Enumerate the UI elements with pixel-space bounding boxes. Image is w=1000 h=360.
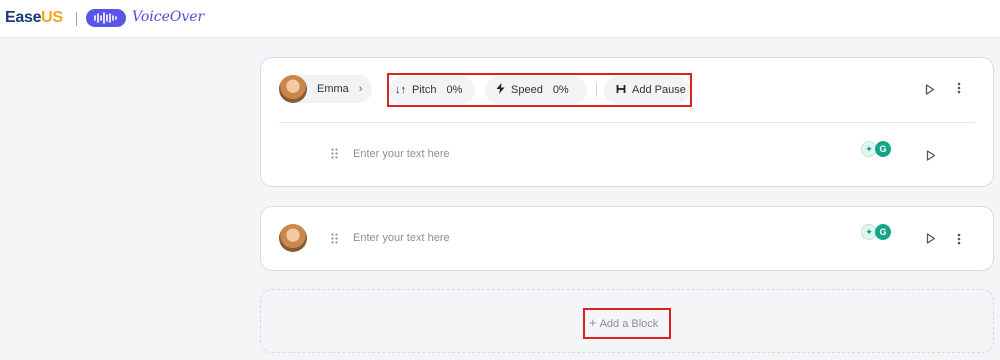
kebab-menu-icon	[957, 82, 961, 94]
play-line-button[interactable]	[926, 150, 936, 164]
easeus-logo: EaseUS	[5, 9, 63, 27]
more-options-button[interactable]	[957, 233, 961, 248]
drag-handle-icon[interactable]	[331, 233, 338, 247]
play-icon	[926, 150, 936, 161]
plus-icon: +	[589, 315, 597, 330]
grammar-icon: G	[875, 224, 891, 240]
voice-block-1: Emma › ↓↑ Pitch 0% Speed 0% Add Pause En…	[260, 57, 994, 187]
speed-value: 0%	[552, 84, 569, 96]
lightning-icon	[496, 83, 505, 97]
speed-label: Speed	[511, 84, 543, 96]
voice-selector[interactable]: Emma ›	[279, 75, 372, 103]
logo-divider	[76, 12, 77, 26]
pause-icon	[616, 84, 626, 97]
top-bar: EaseUS VoiceOver	[0, 0, 1000, 38]
add-block-area: + Add a Block	[260, 289, 994, 353]
drag-handle-icon[interactable]	[331, 148, 338, 162]
play-icon	[926, 233, 936, 244]
pitch-value: 0%	[446, 84, 463, 96]
extension-badges: ✦ G	[861, 141, 891, 157]
pitch-label: Pitch	[412, 84, 437, 96]
play-icon	[925, 84, 935, 95]
add-pause-label: Add Pause	[632, 84, 686, 96]
voice-avatar	[279, 75, 307, 103]
add-pause-button[interactable]: Add Pause	[604, 76, 690, 104]
block-divider	[279, 122, 975, 123]
more-options-button[interactable]	[957, 82, 961, 97]
chevron-right-icon: ›	[358, 83, 363, 95]
text-input-1[interactable]: Enter your text here	[353, 148, 450, 160]
voice-block-2: Enter your text here ✦ G	[260, 206, 994, 271]
product-name: VoiceOver	[132, 9, 205, 25]
voiceover-logo-icon	[86, 9, 126, 27]
play-block-button[interactable]	[925, 84, 935, 98]
toolbar-divider	[596, 83, 597, 97]
speed-button[interactable]: Speed 0%	[485, 76, 587, 104]
play-block-button[interactable]	[926, 233, 936, 247]
kebab-menu-icon	[957, 233, 961, 245]
logo-ease-text: Ease	[5, 9, 42, 26]
add-block-button[interactable]: + Add a Block	[589, 315, 658, 330]
pitch-button[interactable]: ↓↑ Pitch 0%	[389, 76, 475, 104]
voice-avatar[interactable]	[279, 224, 307, 252]
pitch-icon: ↓↑	[395, 84, 406, 96]
text-input-2[interactable]: Enter your text here	[353, 232, 450, 244]
add-block-label: Add a Block	[599, 318, 659, 330]
logo-us-text: US	[41, 9, 63, 26]
grammar-icon: G	[875, 141, 891, 157]
extension-badges: ✦ G	[861, 224, 891, 240]
voice-name: Emma	[317, 83, 349, 95]
